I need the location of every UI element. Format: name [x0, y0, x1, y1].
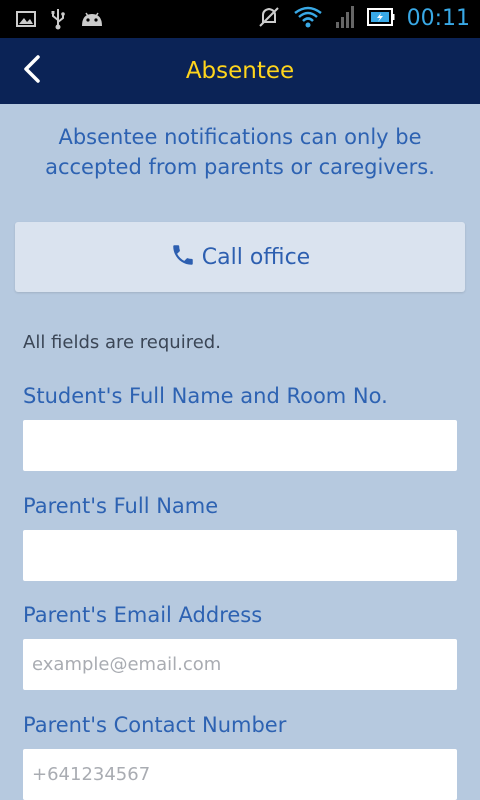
- app-bar: Absentee: [0, 38, 480, 104]
- mute-icon: [257, 5, 281, 33]
- parent-email-label: Parent's Email Address: [23, 603, 263, 627]
- absentee-notice: Absentee notifications can only be accep…: [45, 125, 435, 179]
- back-button[interactable]: [14, 52, 50, 90]
- status-time: 00:11: [406, 6, 470, 31]
- parent-name-label: Parent's Full Name: [23, 494, 219, 518]
- student-name-label: Student's Full Name and Room No.: [23, 384, 388, 408]
- wifi-icon: [293, 5, 323, 33]
- image-icon: [16, 10, 36, 32]
- student-name-input[interactable]: [23, 420, 457, 471]
- parent-name-input[interactable]: [23, 530, 457, 581]
- android-icon: [80, 10, 104, 32]
- call-office-button[interactable]: Call office: [15, 222, 465, 292]
- call-office-label: Call office: [201, 244, 311, 270]
- parent-contact-label: Parent's Contact Number: [23, 713, 287, 737]
- page-title: Absentee: [185, 58, 295, 84]
- usb-icon: [50, 8, 66, 34]
- battery-icon: [366, 7, 395, 31]
- status-bar: 00:11: [0, 0, 480, 38]
- required-note: All fields are required.: [23, 332, 221, 353]
- signal-icon: [335, 5, 355, 33]
- chevron-left-icon: [21, 54, 43, 88]
- phone-icon: [170, 242, 196, 272]
- parent-contact-input[interactable]: [23, 749, 457, 800]
- parent-email-input[interactable]: [23, 639, 457, 690]
